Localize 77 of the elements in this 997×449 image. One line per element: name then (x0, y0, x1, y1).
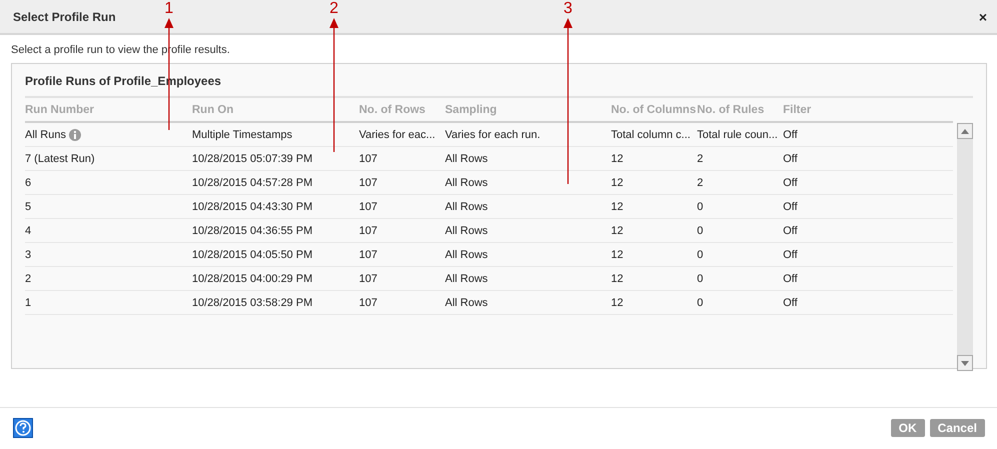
table-cell: 6 (25, 176, 32, 188)
table-cell: 0 (697, 248, 704, 260)
table-cell: 12 (611, 152, 624, 164)
table-cell: Off (783, 296, 798, 308)
table-cell: 3 (25, 248, 32, 260)
table-cell: 2 (697, 176, 704, 188)
column-header[interactable]: No. of Columns (611, 104, 697, 116)
up-triangle-icon (961, 128, 969, 134)
table-cell: Total column c... (611, 128, 690, 140)
down-triangle-icon (961, 360, 969, 366)
table-cell: All Runs (25, 128, 66, 140)
table-cell: 2 (25, 272, 32, 284)
table-cell: Multiple Timestamps (192, 128, 292, 140)
table-cell: 10/28/2015 04:00:29 PM (192, 272, 312, 284)
scrollbar[interactable] (957, 123, 973, 371)
table-cell: Varies for eac... (359, 128, 436, 140)
column-header[interactable]: No. of Rows (359, 104, 445, 116)
column-header[interactable]: Filter (783, 104, 953, 116)
table-cell: 107 (359, 152, 378, 164)
table-cell: 0 (697, 272, 704, 284)
window-title: Select Profile Run (13, 10, 116, 24)
table-cell: 10/28/2015 04:43:30 PM (192, 200, 312, 212)
table-cell: Varies for each run. (445, 128, 540, 140)
table-cell: Off (783, 176, 798, 188)
table-cell: All Rows (445, 224, 488, 236)
table-cell: 10/28/2015 04:05:50 PM (192, 248, 312, 260)
column-header[interactable]: Run Number (25, 104, 192, 116)
table-cell: 12 (611, 272, 624, 284)
close-button[interactable]: × (974, 8, 991, 24)
table-cell: 10/28/2015 04:36:55 PM (192, 224, 312, 236)
cancel-button[interactable]: Cancel (930, 419, 985, 437)
table-cell: Off (783, 224, 798, 236)
table-cell: 2 (697, 152, 704, 164)
table-cell: 107 (359, 176, 378, 188)
table-cell: 4 (25, 224, 32, 236)
scroll-up-button[interactable] (957, 123, 973, 139)
table-cell: Off (783, 200, 798, 212)
table-cell: 0 (697, 200, 704, 212)
table-cell: All Rows (445, 296, 488, 308)
table-cell: Off (783, 248, 798, 260)
table-cell: All Rows (445, 176, 488, 188)
table-cell: 1 (25, 296, 32, 308)
table-cell: 10/28/2015 04:57:28 PM (192, 176, 312, 188)
table-cell: Off (783, 128, 798, 140)
table-cell: 0 (697, 296, 704, 308)
table-cell: 7 (Latest Run) (25, 152, 95, 164)
table-cell: 107 (359, 224, 378, 236)
table-cell: All Rows (445, 248, 488, 260)
column-header[interactable]: Run On (192, 104, 359, 116)
table-cell: 107 (359, 248, 378, 260)
scroll-down-button[interactable] (957, 355, 973, 371)
column-header[interactable]: No. of Rules (697, 104, 783, 116)
table-cell: All Rows (445, 152, 488, 164)
table-cell: 10/28/2015 03:58:29 PM (192, 296, 312, 308)
ok-button[interactable]: OK (890, 419, 925, 437)
table-cell: 107 (359, 272, 378, 284)
table-cell: 12 (611, 200, 624, 212)
table-cell: 12 (611, 296, 624, 308)
table-cell: Off (783, 152, 798, 164)
table-cell: 12 (611, 224, 624, 236)
table-cell: Total rule coun... (697, 128, 778, 140)
table-cell: 12 (611, 176, 624, 188)
table-cell: 5 (25, 200, 32, 212)
callout-number: 1 (164, 0, 174, 18)
callout-number: 2 (330, 0, 338, 18)
table-cell: All Rows (445, 200, 488, 212)
table-cell: All Rows (445, 272, 488, 284)
table-cell: Off (783, 272, 798, 284)
callout-number: 3 (564, 0, 572, 18)
table-cell: 107 (359, 200, 378, 212)
table-cell: 12 (611, 248, 624, 260)
table-cell: 107 (359, 296, 378, 308)
info-icon (68, 128, 81, 140)
table-cell: 10/28/2015 05:07:39 PM (192, 152, 312, 164)
table-cell: 0 (697, 224, 704, 236)
column-header[interactable]: Sampling (445, 104, 611, 116)
help-button[interactable] (13, 418, 33, 438)
